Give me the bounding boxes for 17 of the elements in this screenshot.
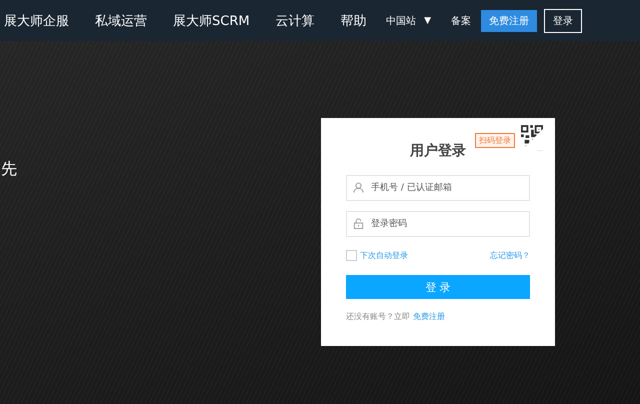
login-title: 用户登录 — [408, 142, 467, 160]
filing-link[interactable]: 备案 — [451, 14, 471, 28]
caret-icon[interactable]: ▼ — [424, 16, 431, 26]
login-button[interactable]: 登录 — [544, 8, 582, 32]
qr-code-icon[interactable] — [521, 125, 543, 151]
remember-checkbox[interactable] — [346, 250, 357, 261]
phone-email-field[interactable]: 手机号 / 已认证邮箱 — [346, 175, 530, 201]
nav-link[interactable]: 云计算 — [276, 12, 315, 30]
nav-link[interactable]: 展大师SCRM — [173, 12, 250, 30]
register-button[interactable]: 免费注册 — [481, 10, 537, 32]
nav-link[interactable]: 展大师企服 — [4, 12, 69, 30]
nav-link[interactable]: 帮助 — [340, 12, 367, 30]
signup-prompt: 还没有账号？立即 — [346, 311, 410, 322]
nav-link[interactable]: 私域运营 — [95, 12, 147, 30]
region-selector[interactable]: 中国站 — [386, 14, 416, 28]
hero-text: 先 — [1, 159, 17, 180]
password-field[interactable]: 登录密码 — [346, 211, 530, 237]
